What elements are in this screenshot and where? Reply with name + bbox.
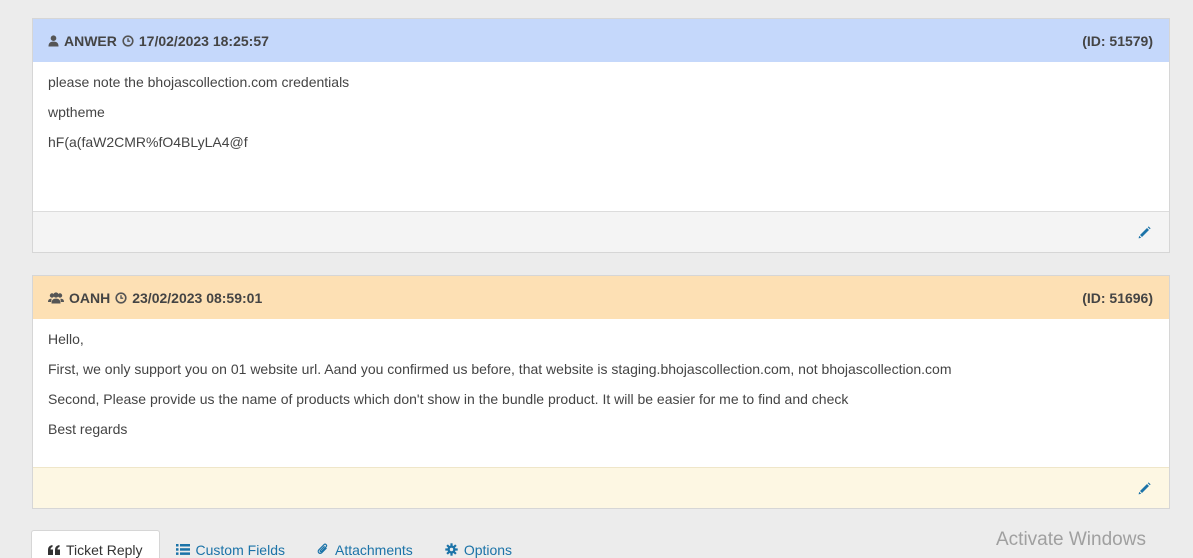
reply-header: OANH 23/02/2023 08:59:01 (ID: 51696): [33, 276, 1169, 319]
reply-message: please note the bhojascollection.com cre…: [33, 62, 1169, 150]
message-line: hF(a(faW2CMR%fO4BLyLA4@f: [48, 134, 248, 150]
reply-footer: [33, 467, 1169, 508]
reply-meta: ANWER 17/02/2023 18:25:57: [48, 33, 269, 49]
ticket-tabs: Ticket Reply Custom Fields Attachments O…: [31, 530, 528, 558]
reply-id: (ID: 51579): [1082, 32, 1153, 49]
tab-ticket-reply[interactable]: Ticket Reply: [31, 530, 160, 558]
reply-author: OANH: [69, 289, 111, 306]
tab-label: Ticket Reply: [66, 542, 143, 558]
ticket-page: ANWER 17/02/2023 18:25:57 (ID: 51579) pl…: [0, 0, 1193, 558]
tab-options[interactable]: Options: [429, 530, 528, 558]
reply-meta: OANH 23/02/2023 08:59:01: [48, 290, 262, 306]
message-line: Second, Please provide us the name of pr…: [48, 391, 849, 407]
user-icon: [48, 34, 59, 47]
tab-custom-fields[interactable]: Custom Fields: [160, 530, 301, 558]
tab-label: Attachments: [334, 541, 413, 558]
reply-author: ANWER: [64, 32, 117, 49]
edit-pencil-icon[interactable]: [1138, 481, 1151, 495]
tab-attachments[interactable]: Attachments: [301, 530, 429, 558]
gear-icon: [445, 543, 458, 556]
tab-label: Options: [463, 541, 513, 558]
clock-icon: [115, 291, 127, 304]
tab-label: Custom Fields: [195, 541, 285, 558]
edit-pencil-icon[interactable]: [1138, 225, 1151, 239]
reply-card: OANH 23/02/2023 08:59:01 (ID: 51696) Hel…: [32, 275, 1170, 509]
paperclip-icon: [317, 543, 329, 556]
windows-activation-watermark: Activate Windows: [996, 529, 1146, 550]
reply-id: (ID: 51696): [1082, 289, 1153, 306]
list-icon: [175, 544, 190, 555]
message-line: Hello,: [48, 331, 84, 347]
clock-icon: [122, 34, 134, 47]
quote-icon: [48, 545, 60, 555]
reply-datetime: 23/02/2023 08:59:01: [132, 289, 263, 306]
message-line: please note the bhojascollection.com cre…: [48, 74, 350, 90]
reply-footer: [33, 211, 1169, 252]
message-line: First, we only support you on 01 website…: [48, 361, 952, 377]
reply-card: ANWER 17/02/2023 18:25:57 (ID: 51579) pl…: [32, 18, 1170, 253]
users-icon: [48, 291, 64, 304]
reply-datetime: 17/02/2023 18:25:57: [138, 32, 269, 49]
reply-header: ANWER 17/02/2023 18:25:57 (ID: 51579): [33, 19, 1169, 62]
message-line: wptheme: [48, 104, 105, 120]
message-line: Best regards: [48, 421, 128, 437]
reply-message: Hello, First, we only support you on 01 …: [33, 319, 1169, 437]
